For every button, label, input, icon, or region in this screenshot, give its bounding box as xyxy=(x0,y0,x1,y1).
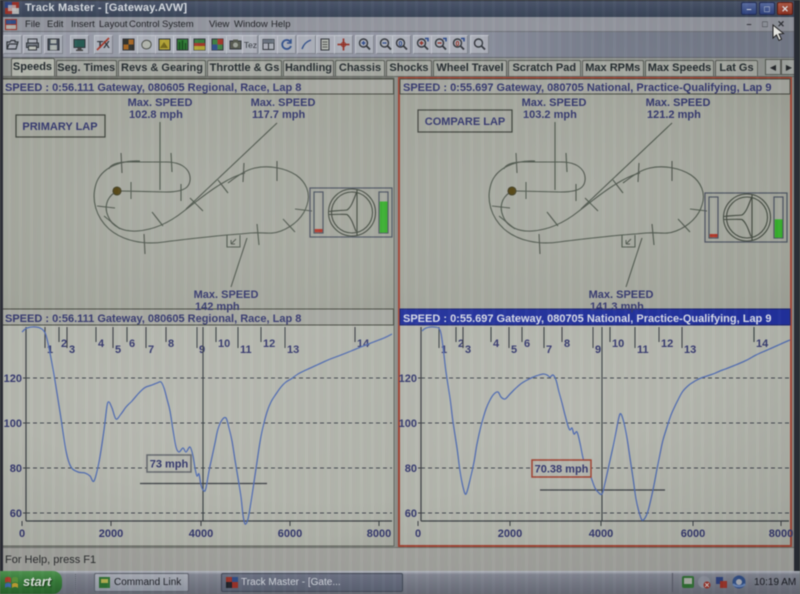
svg-text:Max. SPEED: Max. SPEED xyxy=(194,289,259,301)
svg-text:8: 8 xyxy=(168,338,174,350)
svg-text:13: 13 xyxy=(684,344,696,356)
svg-text:TX: TX xyxy=(97,40,110,51)
svg-text:SPEED : 0:56.111 Gateway, 0806: SPEED : 0:56.111 Gateway, 080605 Regiona… xyxy=(5,313,301,325)
svg-text:3: 3 xyxy=(465,344,471,356)
svg-text:COMPARE LAP: COMPARE LAP xyxy=(425,116,505,128)
svg-text:SPEED : 0:55.697 Gateway, 0807: SPEED : 0:55.697 Gateway, 080705 Nationa… xyxy=(403,313,771,325)
svg-text:100: 100 xyxy=(4,418,22,430)
svg-text:70.38 mph: 70.38 mph xyxy=(535,464,589,476)
svg-text:11: 11 xyxy=(240,344,252,356)
svg-text:6: 6 xyxy=(129,338,135,350)
svg-text:4000: 4000 xyxy=(189,528,213,540)
svg-text:102.8 mph: 102.8 mph xyxy=(129,109,183,121)
svg-text:2000: 2000 xyxy=(99,528,123,540)
svg-text:10: 10 xyxy=(612,338,624,350)
svg-text:7: 7 xyxy=(546,344,552,356)
svg-text:5: 5 xyxy=(511,344,517,356)
svg-text:6000: 6000 xyxy=(681,528,705,540)
svg-text:60: 60 xyxy=(405,508,417,520)
svg-text:0: 0 xyxy=(19,528,25,540)
svg-text:Max. SPEED: Max. SPEED xyxy=(522,97,587,109)
svg-text:120: 120 xyxy=(399,373,417,385)
svg-text:14: 14 xyxy=(756,338,769,350)
svg-text:4: 4 xyxy=(493,338,500,350)
svg-text:PRIMARY LAP: PRIMARY LAP xyxy=(22,121,97,133)
svg-text:120: 120 xyxy=(4,373,22,385)
svg-text:9: 9 xyxy=(199,344,205,356)
svg-text:80: 80 xyxy=(10,463,22,475)
svg-text:121.2 mph: 121.2 mph xyxy=(647,109,701,121)
svg-text:4000: 4000 xyxy=(589,528,613,540)
svg-text:4: 4 xyxy=(98,338,105,350)
svg-text:6000: 6000 xyxy=(278,528,302,540)
svg-text:0: 0 xyxy=(415,528,421,540)
svg-text:11: 11 xyxy=(637,344,649,356)
svg-text:5: 5 xyxy=(115,344,121,356)
svg-text:8000: 8000 xyxy=(367,528,391,540)
svg-text:12: 12 xyxy=(661,338,673,350)
svg-text:0: 0 xyxy=(399,41,403,48)
svg-text:100: 100 xyxy=(399,418,417,430)
svg-text:8: 8 xyxy=(564,338,570,350)
svg-text:0: 0 xyxy=(456,41,460,48)
svg-text:9: 9 xyxy=(595,344,601,356)
svg-text:117.7 mph: 117.7 mph xyxy=(252,109,305,121)
svg-text:2000: 2000 xyxy=(498,528,522,540)
svg-text:13: 13 xyxy=(287,344,299,356)
svg-text:141.3 mph: 141.3 mph xyxy=(590,301,644,313)
svg-text:12: 12 xyxy=(263,338,275,350)
svg-text:Max. SPEED: Max. SPEED xyxy=(646,97,711,109)
svg-text:3: 3 xyxy=(69,344,75,356)
svg-text:10: 10 xyxy=(218,338,230,350)
svg-text:Max. SPEED: Max. SPEED xyxy=(589,289,654,301)
svg-text:Tez: Tez xyxy=(244,40,257,50)
svg-text:7: 7 xyxy=(148,344,154,356)
svg-text:2: 2 xyxy=(61,338,67,350)
svg-text:6: 6 xyxy=(524,338,530,350)
svg-text:60: 60 xyxy=(10,508,22,520)
svg-text:142 mph: 142 mph xyxy=(195,301,240,313)
svg-text:SPEED : 0:56.111 Gateway, 0806: SPEED : 0:56.111 Gateway, 080605 Regiona… xyxy=(5,82,301,94)
svg-text:Max. SPEED: Max. SPEED xyxy=(251,97,316,109)
svg-text:SPEED : 0:55.697 Gateway, 0807: SPEED : 0:55.697 Gateway, 080705 Nationa… xyxy=(403,82,771,94)
svg-text:80: 80 xyxy=(405,463,417,475)
svg-text:Max. SPEED: Max. SPEED xyxy=(128,97,193,109)
svg-text:8000: 8000 xyxy=(769,528,793,540)
svg-text:103.2 mph: 103.2 mph xyxy=(523,109,577,121)
svg-text:73 mph: 73 mph xyxy=(150,459,189,471)
